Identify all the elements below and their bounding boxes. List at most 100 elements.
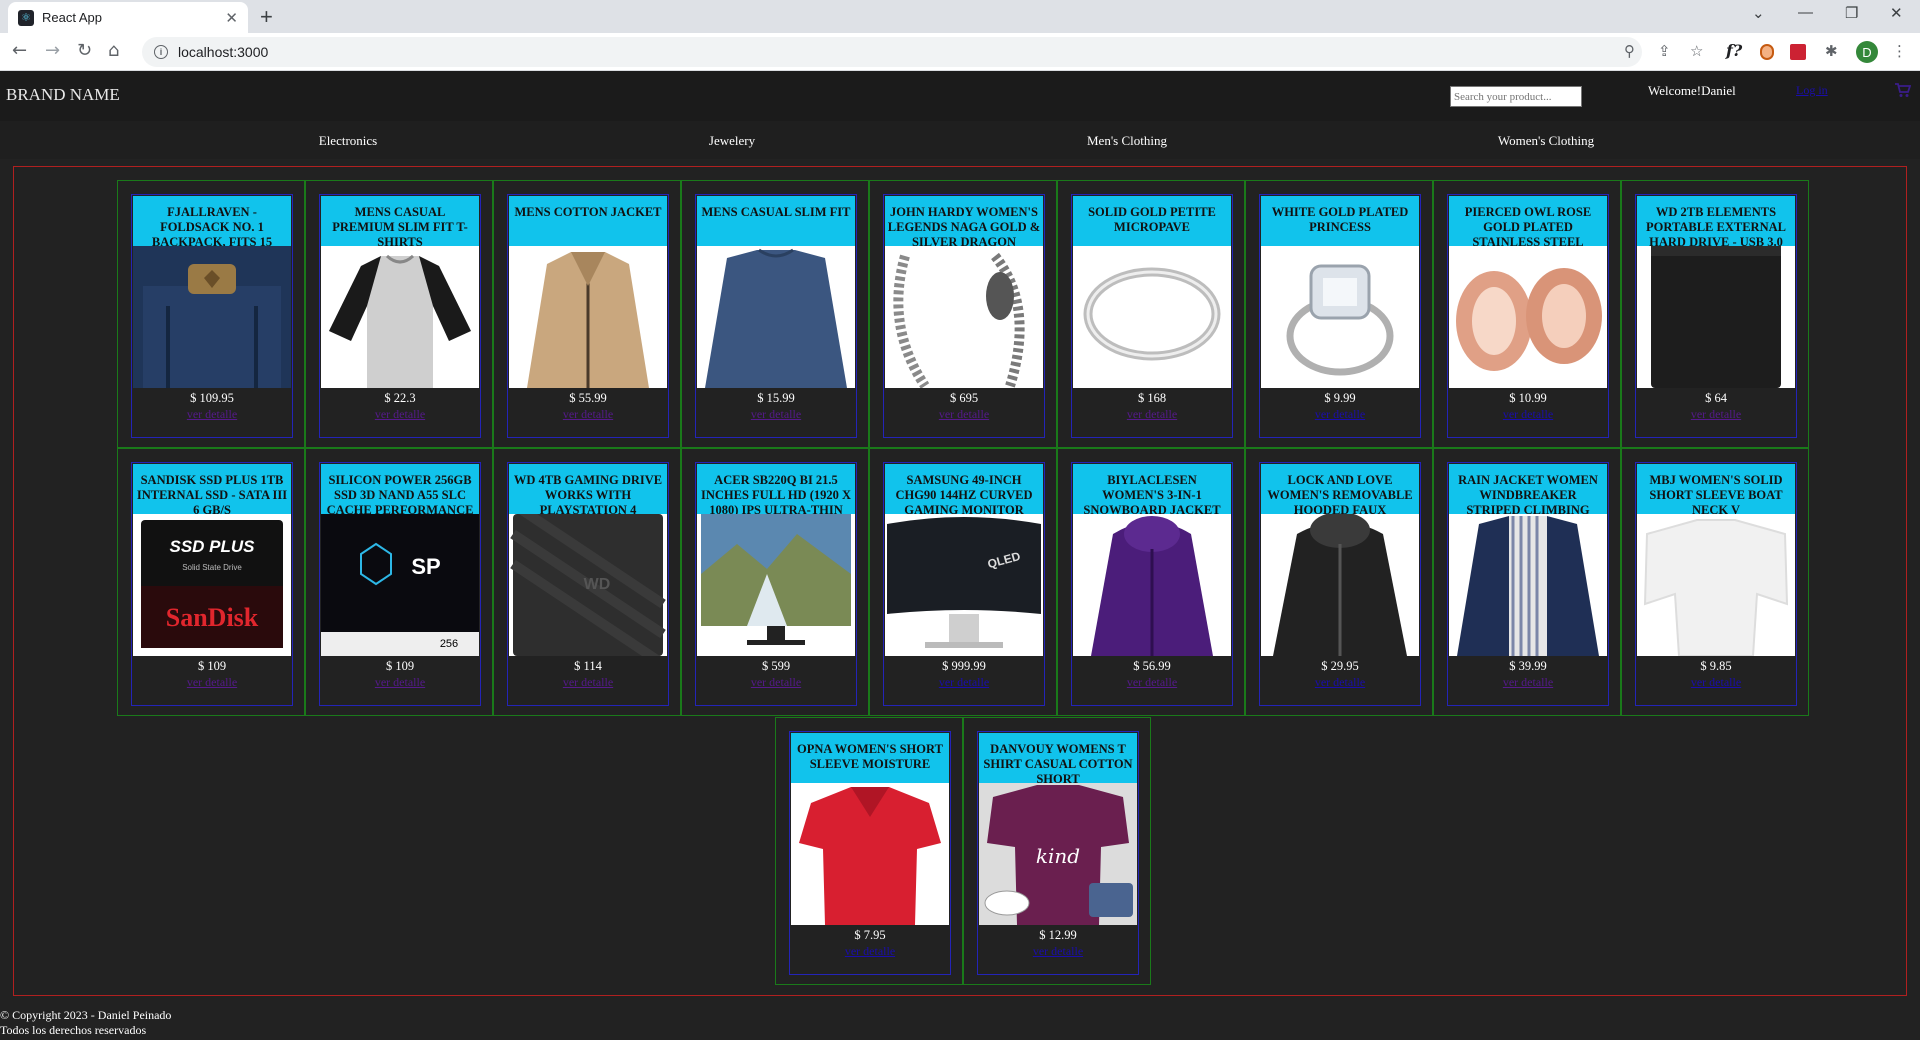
- product-image[interactable]: [1073, 514, 1231, 656]
- product-price: $ 999.99: [942, 659, 986, 673]
- minimize-icon[interactable]: —: [1798, 4, 1813, 21]
- product-price: $ 168: [1137, 391, 1167, 405]
- cart-icon[interactable]: [1895, 83, 1912, 103]
- product-image[interactable]: [1261, 246, 1419, 388]
- product-detail-link[interactable]: ver detalle: [508, 407, 668, 422]
- product-image[interactable]: QLED: [885, 514, 1043, 656]
- product-card: SanDisk SSD PLUS 1TB Internal SSD - SATA…: [131, 462, 293, 706]
- product-cell: SanDisk SSD PLUS 1TB Internal SSD - SATA…: [117, 448, 305, 716]
- product-detail-link[interactable]: ver detalle: [1448, 675, 1608, 690]
- product-card: Acer SB220Q bi 21.5 inches Full HD (1920…: [695, 462, 857, 706]
- product-title: John Hardy Women's Legends Naga Gold & S…: [885, 196, 1043, 246]
- extensions-puzzle-icon[interactable]: ✱: [1825, 42, 1838, 60]
- product-card: Mens Casual Premium Slim Fit T-Shirts $ 2…: [319, 194, 481, 438]
- product-detail-link[interactable]: ver detalle: [1260, 675, 1420, 690]
- product-grid: Fjallraven - Foldsack No. 1 Backpack, Fi…: [14, 167, 1906, 995]
- product-image[interactable]: [1073, 246, 1231, 388]
- product-detail-link[interactable]: ver detalle: [1072, 407, 1232, 422]
- category-womens-clothing[interactable]: Women's Clothing: [1498, 133, 1594, 149]
- product-detail-link[interactable]: ver detalle: [508, 675, 668, 690]
- category-electronics[interactable]: Electronics: [319, 133, 377, 149]
- forward-icon[interactable]: →: [45, 40, 60, 61]
- product-card: Opna Women's Short Sleeve Moisture $ 7.95…: [789, 731, 951, 975]
- product-image[interactable]: [133, 246, 291, 388]
- product-card: John Hardy Women's Legends Naga Gold & S…: [883, 194, 1045, 438]
- product-detail-link[interactable]: ver detalle: [320, 675, 480, 690]
- product-image[interactable]: kind: [979, 783, 1137, 925]
- product-image[interactable]: WD: [509, 514, 667, 656]
- product-detail-link[interactable]: ver detalle: [884, 675, 1044, 690]
- product-detail-link[interactable]: ver detalle: [132, 675, 292, 690]
- category-mens-clothing[interactable]: Men's Clothing: [1087, 133, 1167, 149]
- profile-avatar[interactable]: D: [1856, 41, 1878, 63]
- extension-icon[interactable]: [1760, 44, 1774, 60]
- product-detail-link[interactable]: ver detalle: [978, 944, 1138, 959]
- product-detail-link[interactable]: ver detalle: [1072, 675, 1232, 690]
- address-bar[interactable]: i localhost:3000: [142, 37, 1642, 67]
- product-title: Pierced Owl Rose Gold Plated Stainless S…: [1449, 196, 1607, 246]
- product-card: Silicon Power 256GB SSD 3D NAND A55 SLC …: [319, 462, 481, 706]
- product-price: $ 9.99: [1324, 391, 1356, 405]
- zoom-icon[interactable]: ⚲: [1624, 42, 1635, 60]
- product-image[interactable]: [1261, 514, 1419, 656]
- product-image[interactable]: [1637, 514, 1795, 656]
- product-title: Acer SB220Q bi 21.5 inches Full HD (1920…: [697, 464, 855, 514]
- search-input[interactable]: [1450, 86, 1582, 107]
- product-price: $ 29.95: [1321, 659, 1359, 673]
- login-link[interactable]: Log in: [1796, 83, 1828, 98]
- product-detail-link[interactable]: ver detalle: [132, 407, 292, 422]
- extension-icon[interactable]: [1790, 44, 1806, 60]
- product-cell: Lock and Love Women's Removable Hooded F…: [1245, 448, 1433, 716]
- new-tab-icon[interactable]: +: [260, 4, 273, 30]
- product-detail-link[interactable]: ver detalle: [790, 944, 950, 959]
- tab-search-icon[interactable]: ⌄: [1752, 4, 1765, 22]
- product-image[interactable]: SP 256: [321, 514, 479, 656]
- browser-chrome: ⚛ React App ✕ + ⌄ — ❐ ✕ ← → ↻ ⌂ i localh…: [0, 0, 1920, 71]
- product-image[interactable]: [885, 246, 1043, 388]
- close-window-icon[interactable]: ✕: [1890, 4, 1903, 22]
- product-detail-link[interactable]: ver detalle: [320, 407, 480, 422]
- product-detail-link[interactable]: ver detalle: [696, 407, 856, 422]
- svg-text:WD: WD: [584, 576, 611, 593]
- product-image[interactable]: [697, 514, 855, 656]
- products-container: Fjallraven - Foldsack No. 1 Backpack, Fi…: [13, 166, 1907, 996]
- product-image[interactable]: [1637, 246, 1795, 388]
- product-title: Solid Gold Petite Micropave: [1073, 196, 1231, 246]
- product-detail-link[interactable]: ver detalle: [1448, 407, 1608, 422]
- browser-menu-icon[interactable]: ⋮: [1892, 42, 1907, 60]
- product-cell: Rain Jacket Women Windbreaker Striped Cl…: [1433, 448, 1621, 716]
- bookmark-star-icon[interactable]: ☆: [1690, 42, 1703, 60]
- home-icon[interactable]: ⌂: [108, 40, 119, 61]
- product-detail-link[interactable]: ver detalle: [696, 675, 856, 690]
- product-image[interactable]: [321, 246, 479, 388]
- product-image[interactable]: SSD PLUS Solid State Drive SanDisk: [133, 514, 291, 656]
- product-detail-link[interactable]: ver detalle: [1260, 407, 1420, 422]
- product-image[interactable]: [1449, 514, 1607, 656]
- share-icon[interactable]: ⇪: [1658, 42, 1671, 60]
- product-title: Mens Casual Slim Fit: [697, 196, 855, 246]
- product-detail-link[interactable]: ver detalle: [1636, 407, 1796, 422]
- product-price: $ 109: [385, 659, 415, 673]
- close-tab-icon[interactable]: ✕: [225, 9, 238, 27]
- svg-text:256: 256: [440, 638, 458, 650]
- reload-icon[interactable]: ↻: [77, 40, 92, 61]
- restore-icon[interactable]: ❐: [1845, 4, 1858, 22]
- browser-tab[interactable]: ⚛ React App ✕: [8, 2, 248, 33]
- site-info-icon[interactable]: i: [154, 45, 168, 59]
- product-detail-link[interactable]: ver detalle: [1636, 675, 1796, 690]
- product-image[interactable]: [791, 783, 949, 925]
- product-title: Mens Casual Premium Slim Fit T-Shirts: [321, 196, 479, 246]
- product-title: Opna Women's Short Sleeve Moisture: [791, 733, 949, 783]
- product-detail-link[interactable]: ver detalle: [884, 407, 1044, 422]
- product-cell: Pierced Owl Rose Gold Plated Stainless S…: [1433, 180, 1621, 448]
- category-jewelery[interactable]: Jewelery: [709, 133, 755, 149]
- product-image[interactable]: [1449, 246, 1607, 388]
- formula-extension-icon[interactable]: f?: [1726, 41, 1742, 60]
- product-title: Samsung 49-Inch CHG90 144Hz Curved Gamin…: [885, 464, 1043, 514]
- product-image[interactable]: [697, 246, 855, 388]
- back-icon[interactable]: ←: [12, 40, 27, 61]
- product-card: Lock and Love Women's Removable Hooded F…: [1259, 462, 1421, 706]
- category-nav: Electronics Jewelery Men's Clothing Wome…: [0, 121, 1920, 159]
- brand-name[interactable]: BRAND NAME: [6, 85, 120, 105]
- product-image[interactable]: [509, 246, 667, 388]
